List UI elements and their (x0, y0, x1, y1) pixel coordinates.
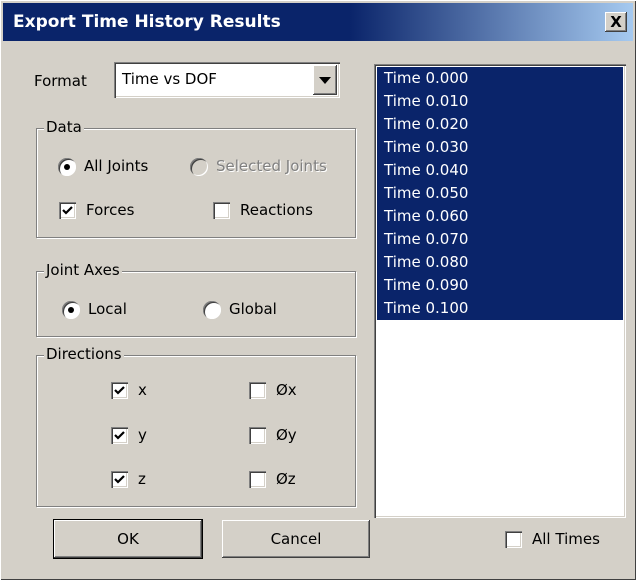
selected-joints-label: Selected Joints (216, 157, 327, 175)
direction-x-label: x (138, 381, 147, 399)
list-item[interactable]: Time 0.030 (377, 136, 623, 159)
all-joints-radio[interactable] (58, 158, 76, 176)
direction-ry-checkbox[interactable] (249, 427, 266, 444)
data-group-legend: Data (44, 118, 84, 136)
radio-dot-icon (64, 164, 70, 170)
selected-joints-radio[interactable] (190, 158, 208, 176)
direction-x-checkbox[interactable] (111, 382, 128, 399)
local-label: Local (88, 300, 127, 318)
format-label: Format (34, 72, 87, 90)
direction-y-label: y (138, 426, 147, 444)
global-radio[interactable] (203, 301, 221, 319)
direction-rz-checkbox[interactable] (249, 471, 266, 488)
direction-rz-label: Øz (276, 470, 296, 488)
directions-legend: Directions (44, 345, 124, 363)
list-item[interactable]: Time 0.050 (377, 182, 623, 205)
direction-z-label: z (138, 470, 146, 488)
list-item[interactable]: Time 0.090 (377, 274, 623, 297)
list-item[interactable]: Time 0.020 (377, 113, 623, 136)
all-times-label: All Times (532, 530, 600, 548)
list-item[interactable]: Time 0.010 (377, 90, 623, 113)
list-item[interactable]: Time 0.080 (377, 251, 623, 274)
cancel-button[interactable]: Cancel (222, 520, 370, 558)
list-item[interactable]: Time 0.100 (377, 297, 623, 320)
direction-z-checkbox[interactable] (111, 471, 128, 488)
list-item[interactable]: Time 0.000 (377, 67, 623, 90)
radio-dot-icon (68, 307, 74, 313)
all-times-checkbox[interactable] (505, 531, 522, 548)
checkmark-icon (62, 206, 73, 215)
checkmark-icon (114, 431, 125, 440)
close-icon: X (610, 13, 622, 31)
times-listbox[interactable]: Time 0.000 Time 0.010 Time 0.020 Time 0.… (374, 64, 626, 518)
direction-rx-checkbox[interactable] (249, 382, 266, 399)
checkmark-icon (114, 475, 125, 484)
directions-group (36, 355, 356, 507)
all-joints-label: All Joints (84, 157, 149, 175)
reactions-checkbox[interactable] (213, 202, 230, 219)
checkmark-icon (114, 386, 125, 395)
close-button[interactable]: X (605, 12, 627, 32)
data-group (36, 128, 356, 238)
format-value: Time vs DOF (122, 70, 217, 88)
reactions-label: Reactions (240, 201, 313, 219)
forces-checkbox[interactable] (59, 202, 76, 219)
chevron-down-icon (319, 77, 331, 84)
list-item[interactable]: Time 0.070 (377, 228, 623, 251)
global-label: Global (229, 300, 277, 318)
dialog-title: Export Time History Results (13, 12, 281, 32)
direction-y-checkbox[interactable] (111, 427, 128, 444)
list-item[interactable]: Time 0.060 (377, 205, 623, 228)
direction-ry-label: Øy (276, 426, 297, 444)
format-dropdown[interactable]: Time vs DOF (114, 62, 340, 98)
joint-axes-group (36, 271, 356, 337)
dropdown-button[interactable] (313, 65, 337, 95)
export-dialog: Export Time History Results X Format Tim… (0, 0, 636, 580)
title-bar[interactable]: Export Time History Results X (3, 3, 633, 41)
direction-rx-label: Øx (276, 381, 297, 399)
list-item[interactable]: Time 0.040 (377, 159, 623, 182)
local-radio[interactable] (62, 301, 80, 319)
forces-label: Forces (86, 201, 135, 219)
joint-axes-legend: Joint Axes (44, 261, 122, 279)
ok-button[interactable]: OK (53, 519, 203, 559)
